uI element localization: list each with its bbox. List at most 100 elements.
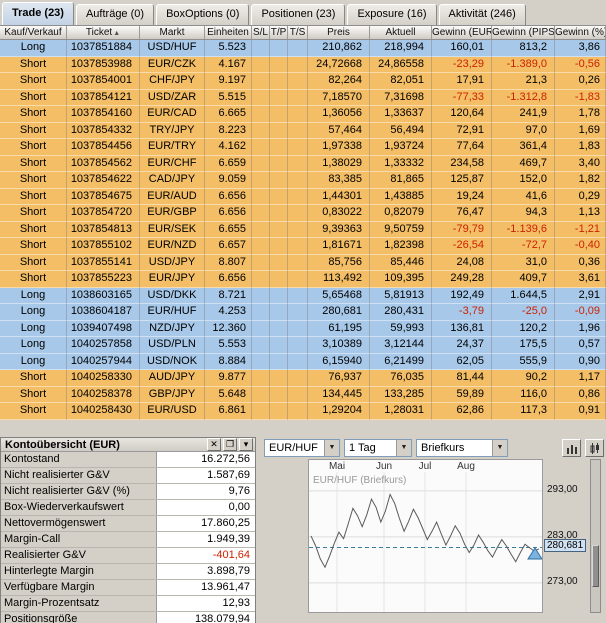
column-header[interactable]: Gewinn (EUR) bbox=[432, 26, 492, 39]
table-row[interactable]: Short 1037854001 CHF/JPY 9.197 82,264 82,051 1… bbox=[0, 73, 606, 90]
account-row-label: Realisierter G&V bbox=[1, 548, 157, 563]
tab-exposure[interactable]: Exposure (16) bbox=[347, 4, 437, 25]
table-row[interactable]: Short 1037854456 EUR/TRY 4.162 1,97338 1,9372… bbox=[0, 139, 606, 156]
bar-chart-button[interactable] bbox=[562, 439, 581, 457]
cell: Short bbox=[0, 155, 67, 173]
cell: 8.807 bbox=[205, 254, 252, 272]
table-row[interactable]: Long 1040257944 USD/NOK 8.884 6,15940 6,21499… bbox=[0, 353, 606, 371]
cell: 4.167 bbox=[205, 56, 252, 74]
cell: 152,0 bbox=[492, 172, 555, 189]
tab-trade[interactable]: Trade (23) bbox=[2, 2, 74, 25]
candle-chart-button[interactable] bbox=[585, 439, 604, 457]
cell: Short bbox=[0, 122, 67, 140]
table-row[interactable]: Short 1040258430 EUR/USD 6.861 1,29204 1,2803… bbox=[0, 403, 606, 420]
cell: Short bbox=[0, 139, 67, 156]
period-select[interactable]: 1 Tag ▼ bbox=[344, 439, 412, 457]
popout-icon[interactable]: ❐ bbox=[223, 438, 237, 451]
cell: 12.360 bbox=[205, 320, 252, 338]
account-row: Box-Wiederverkaufswert 0,00 bbox=[1, 500, 255, 516]
cell: 1,43885 bbox=[370, 188, 432, 206]
cell: 218,994 bbox=[370, 40, 432, 57]
table-row[interactable]: Long 1038603165 USD/DKK 8.721 5,65468 5,81913… bbox=[0, 287, 606, 305]
account-panel-title: Kontoübersicht (EUR) bbox=[5, 438, 120, 451]
cell: 56,494 bbox=[370, 122, 432, 140]
cell bbox=[252, 403, 270, 420]
tab-positionen[interactable]: Positionen (23) bbox=[251, 4, 346, 25]
tab-boxoptions[interactable]: BoxOptions (0) bbox=[156, 4, 250, 25]
cell bbox=[270, 353, 288, 371]
table-row[interactable]: Short 1037854675 EUR/AUD 6.656 1,44301 1,4388… bbox=[0, 188, 606, 206]
column-header[interactable]: T/P bbox=[270, 26, 288, 39]
x-axis-label: Jul bbox=[418, 461, 432, 472]
table-row[interactable]: Short 1040258330 AUD/JPY 9.877 76,937 76,035 8… bbox=[0, 370, 606, 387]
table-row[interactable]: Short 1037854562 EUR/CHF 6.659 1,38029 1,3333… bbox=[0, 155, 606, 173]
table-row[interactable]: Short 1037853988 EUR/CZK 4.167 24,72668 24,86… bbox=[0, 56, 606, 74]
cell: Short bbox=[0, 238, 67, 255]
vertical-scrollbar[interactable] bbox=[590, 459, 601, 613]
cell: 113,492 bbox=[308, 271, 370, 288]
column-header[interactable]: Gewinn (%) bbox=[555, 26, 606, 39]
cell: 6.657 bbox=[205, 238, 252, 255]
cell: 0,83022 bbox=[308, 205, 370, 222]
price-type-select[interactable]: Briefkurs ▼ bbox=[416, 439, 508, 457]
cell: 175,5 bbox=[492, 337, 555, 354]
account-row-label: Hinterlegte Margin bbox=[1, 564, 157, 579]
cell: USD/HUF bbox=[140, 40, 205, 57]
table-row[interactable]: Short 1037854813 EUR/SEK 6.655 9,39363 9,5075… bbox=[0, 221, 606, 239]
cell: 0,26 bbox=[555, 73, 606, 90]
table-row[interactable]: Long 1038604187 EUR/HUF 4.253 280,681 280,431… bbox=[0, 304, 606, 321]
cell: USD/NOK bbox=[140, 353, 205, 371]
table-row[interactable]: Long 1040257858 USD/PLN 5.553 3,10389 3,12144… bbox=[0, 337, 606, 354]
tab-aktivität[interactable]: Aktivität (246) bbox=[438, 4, 526, 25]
column-header[interactable]: T/S bbox=[288, 26, 308, 39]
cell: 1,13 bbox=[555, 205, 606, 222]
cell: 21,3 bbox=[492, 73, 555, 90]
cell bbox=[288, 89, 308, 107]
cell bbox=[252, 73, 270, 90]
chart-plot[interactable]: EUR/HUF (Briefkurs) Mai Jun Jul Aug bbox=[308, 459, 543, 613]
cell bbox=[270, 403, 288, 420]
table-row[interactable]: Short 1037855223 EUR/JPY 6.656 113,492 109,39… bbox=[0, 271, 606, 288]
column-header[interactable]: Ticket▲ bbox=[67, 26, 140, 39]
account-row-label: Margin-Prozentsatz bbox=[1, 596, 157, 611]
cell: Short bbox=[0, 106, 67, 123]
symbol-select[interactable]: EUR/HUF ▼ bbox=[264, 439, 340, 457]
cell: EUR/AUD bbox=[140, 188, 205, 206]
table-row[interactable]: Long 1037851884 USD/HUF 5.523 210,862 218,994… bbox=[0, 40, 606, 57]
tab-aufträge[interactable]: Aufträge (0) bbox=[75, 4, 155, 25]
cell: 9.059 bbox=[205, 172, 252, 189]
chevron-down-icon: ▼ bbox=[324, 440, 339, 456]
cell: 1,81671 bbox=[308, 238, 370, 255]
column-header[interactable]: Markt bbox=[140, 26, 205, 39]
column-header[interactable]: S/L bbox=[252, 26, 270, 39]
cell: 24,72668 bbox=[308, 56, 370, 74]
table-row[interactable]: Short 1037854622 CAD/JPY 9.059 83,385 81,865 1… bbox=[0, 172, 606, 189]
cell: 17,91 bbox=[432, 73, 492, 90]
chart-body: EUR/HUF (Briefkurs) Mai Jun Jul Aug 293,00 2… bbox=[262, 459, 606, 623]
column-header[interactable]: Einheiten bbox=[205, 26, 252, 39]
cell: 94,3 bbox=[492, 205, 555, 222]
column-header[interactable]: Preis bbox=[308, 26, 370, 39]
column-header[interactable]: Aktuell bbox=[370, 26, 432, 39]
close-icon[interactable]: ✕ bbox=[207, 438, 221, 451]
menu-arrow-icon[interactable]: ▾ bbox=[239, 438, 253, 451]
column-header[interactable]: Gewinn (PIPS) bbox=[492, 26, 555, 39]
table-row[interactable]: Short 1037855141 USD/JPY 8.807 85,756 85,446 2… bbox=[0, 254, 606, 272]
table-row[interactable]: Short 1037854332 TRY/JPY 8.223 57,464 56,494 7… bbox=[0, 122, 606, 140]
table-row[interactable]: Short 1037855102 EUR/NZD 6.657 1,81671 1,8239… bbox=[0, 238, 606, 255]
account-row-value: 3.898,79 bbox=[157, 564, 255, 579]
cell bbox=[270, 254, 288, 272]
cell: 133,285 bbox=[370, 386, 432, 404]
account-row: Nicht realisierter G&V 1.587,69 bbox=[1, 468, 255, 484]
scrollbar-thumb[interactable] bbox=[592, 545, 599, 587]
table-row[interactable]: Short 1037854160 EUR/CAD 6.665 1,36056 1,3363… bbox=[0, 106, 606, 123]
cell: EUR/TRY bbox=[140, 139, 205, 156]
cell: -79,79 bbox=[432, 221, 492, 239]
table-row[interactable]: Short 1037854121 USD/ZAR 5.515 7,18570 7,3169… bbox=[0, 89, 606, 107]
table-row[interactable]: Short 1040258378 GBP/JPY 5.648 134,445 133,28… bbox=[0, 386, 606, 404]
table-row[interactable]: Short 1037854720 EUR/GBP 6.656 0,83022 0,8207… bbox=[0, 205, 606, 222]
column-header[interactable]: Kauf/Verkauf bbox=[0, 26, 67, 39]
cell: 59,89 bbox=[432, 386, 492, 404]
table-row[interactable]: Long 1039407498 NZD/JPY 12.360 61,195 59,993 1… bbox=[0, 320, 606, 338]
cell: 0,86 bbox=[555, 386, 606, 404]
